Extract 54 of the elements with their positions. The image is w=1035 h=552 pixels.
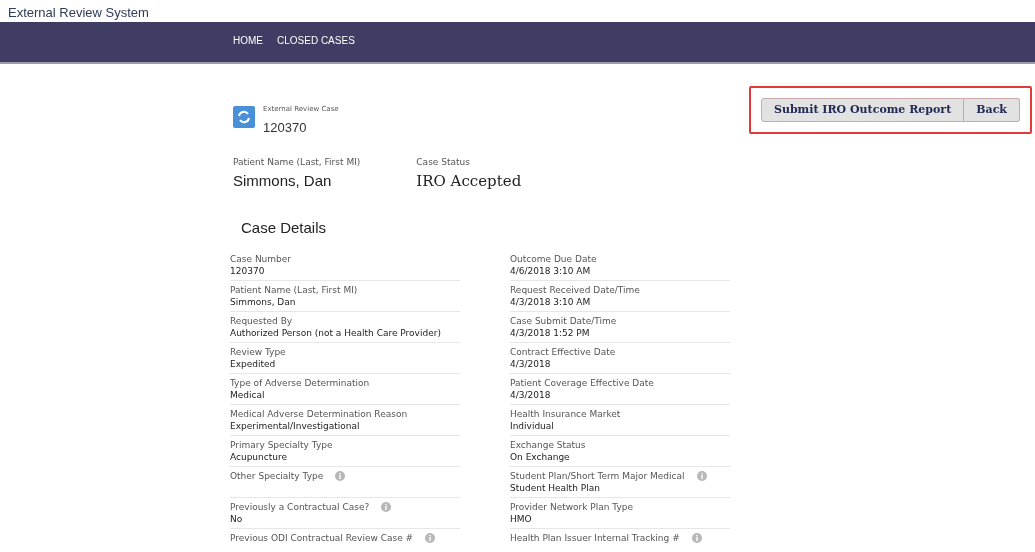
info-icon[interactable] <box>425 532 436 543</box>
highlight-value: Simmons, Dan <box>233 170 333 191</box>
highlight-label: Patient Name (Last, First MI) <box>233 156 361 169</box>
field-label: Health Plan Issuer Internal Tracking # <box>510 531 680 544</box>
field-value: Simmons, Dan <box>230 295 297 308</box>
record-number: 120370 <box>263 118 308 137</box>
highlight-label: Case Status <box>416 156 471 169</box>
field-label: Request Received Date/Time <box>510 283 640 296</box>
info-icon[interactable] <box>335 470 346 481</box>
field-label: Patient Name (Last, First MI) <box>230 283 358 296</box>
field-value: 4/3/2018 1:52 PM <box>510 326 591 339</box>
field-value: Expedited <box>230 357 277 370</box>
field-label: Outcome Due Date <box>510 252 597 265</box>
field-value: Individual <box>510 419 555 432</box>
field-value: On Exchange <box>510 450 571 463</box>
field-label: Review Type <box>230 345 286 358</box>
field-value: Medical <box>230 388 266 401</box>
nav-link[interactable]: CLOSED CASES <box>277 33 355 48</box>
field-value: No <box>230 512 244 525</box>
app-title: External Review System <box>7 4 150 22</box>
field-value: Acupuncture <box>230 450 288 463</box>
field-label: Case Number <box>230 252 292 265</box>
nav-link[interactable]: HOME <box>233 33 263 48</box>
field-label: Requested By <box>230 314 293 327</box>
field-label: Medical Adverse Determination Reason <box>230 407 408 420</box>
record-icon <box>233 106 255 128</box>
field-value: Experimental/Investigational <box>230 419 361 432</box>
field-label: Patient Coverage Effective Date <box>510 376 654 389</box>
field-label: Provider Network Plan Type <box>510 500 634 513</box>
field-label: Exchange Status <box>510 438 586 451</box>
field-value: HMO <box>510 512 533 525</box>
field-value: 4/3/2018 <box>510 388 552 401</box>
info-icon[interactable] <box>696 470 707 481</box>
field-value: Student Health Plan <box>510 481 601 494</box>
field-label: Previously a Contractual Case? <box>230 500 370 513</box>
field-label: Previous ODI Contractual Review Case # <box>230 531 414 544</box>
field-label: Contract Effective Date <box>510 345 616 358</box>
field-label: Student Plan/Short Term Major Medical <box>510 469 685 482</box>
field-label: Case Submit Date/Time <box>510 314 617 327</box>
info-icon[interactable] <box>691 532 702 543</box>
field-label: Type of Adverse Determination <box>230 376 370 389</box>
section-title: Case Details <box>240 218 328 238</box>
field-value: 4/6/2018 3:10 AM <box>510 264 592 277</box>
field-value: Authorized Person (not a Health Care Provider) <box>230 326 442 339</box>
field-value: 120370 <box>230 264 266 277</box>
highlight-value: IRO Accepted <box>416 170 522 192</box>
info-icon[interactable] <box>381 501 392 512</box>
action-button[interactable]: Back <box>964 98 1020 122</box>
action-button[interactable]: Submit IRO Outcome Report <box>760 98 965 122</box>
field-label: Other Specialty Type <box>230 469 324 482</box>
field-label: Health Insurance Market <box>510 407 621 420</box>
field-value: 4/3/2018 <box>510 357 552 370</box>
field-value: 4/3/2018 3:10 AM <box>510 295 592 308</box>
field-label: Primary Specialty Type <box>230 438 333 451</box>
